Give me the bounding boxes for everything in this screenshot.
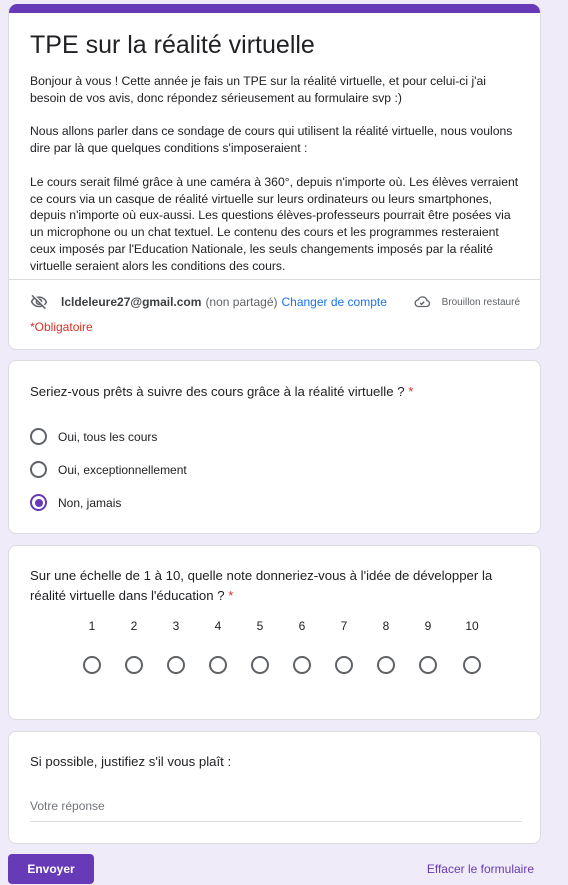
radio-button-checked[interactable]	[30, 494, 47, 511]
scale-option[interactable]: 10	[457, 618, 487, 674]
scale-label: 5	[256, 619, 264, 633]
not-shared-label: (non partagé)	[205, 295, 278, 309]
scale-radio[interactable]	[251, 656, 269, 674]
submit-button[interactable]: Envoyer	[8, 854, 94, 884]
scale-label: 7	[340, 619, 348, 633]
switch-account-link[interactable]: Changer de compte	[281, 295, 386, 309]
scale-radio[interactable]	[463, 656, 481, 674]
question-text: Seriez-vous prêts à suivre des cours grâ…	[30, 384, 405, 399]
question-card-3: Si possible, justifiez s'il vous plaît :	[8, 731, 541, 844]
scale-option[interactable]: 7	[329, 618, 359, 674]
scale-label: 8	[382, 619, 390, 633]
eye-off-icon	[30, 294, 48, 310]
radio-option-label: Oui, exceptionnellement	[58, 462, 187, 477]
scale-option[interactable]: 5	[245, 618, 275, 674]
scale-label: 6	[298, 619, 306, 633]
header-divider	[9, 279, 540, 280]
scale-radio[interactable]	[335, 656, 353, 674]
radio-group: Oui, tous les cours Oui, exceptionnellem…	[30, 420, 519, 519]
scale-radio[interactable]	[293, 656, 311, 674]
scale-option[interactable]: 9	[413, 618, 443, 674]
form-description: Bonjour à vous ! Cette année je fais un …	[30, 73, 520, 275]
scale-option[interactable]: 4	[203, 618, 233, 674]
radio-option[interactable]: Oui, exceptionnellement	[30, 453, 519, 486]
cloud-check-icon	[414, 296, 430, 308]
scale-label: 3	[172, 619, 180, 633]
scale-option[interactable]: 8	[371, 618, 401, 674]
radio-option[interactable]: Oui, tous les cours	[30, 420, 519, 453]
required-mark: *	[228, 588, 234, 603]
question-title: Seriez-vous prêts à suivre des cours grâ…	[30, 382, 519, 402]
scale-label: 4	[214, 619, 222, 633]
required-mark: *	[408, 384, 414, 399]
radio-option-selected[interactable]: Non, jamais	[30, 486, 519, 519]
scale-label: 2	[130, 619, 138, 633]
question-text: Si possible, justifiez s'il vous plaît :	[30, 754, 232, 769]
scale-option[interactable]: 6	[287, 618, 317, 674]
radio-option-label: Oui, tous les cours	[58, 429, 158, 444]
scale-radio[interactable]	[419, 656, 437, 674]
description-paragraph: Le cours serait filmé grâce à une caméra…	[30, 174, 519, 273]
form-header-card: TPE sur la réalité virtuelle Bonjour à v…	[8, 4, 541, 350]
account-email: lcldeleure27@gmail.com	[61, 295, 202, 309]
required-note: *Obligatoire	[30, 320, 93, 334]
clear-form-link[interactable]: Effacer le formulaire	[427, 862, 534, 876]
answer-input[interactable]	[30, 799, 522, 822]
question-title: Sur une échelle de 1 à 10, quelle note d…	[30, 566, 519, 606]
scale-label: 10	[465, 619, 479, 633]
scale-option[interactable]: 1	[77, 618, 107, 674]
description-paragraph: Nous allons parler dans ce sondage de co…	[30, 124, 513, 156]
linear-scale: 1 2 3 4 5 6 7 8 9 10	[30, 618, 519, 698]
scale-label: 9	[424, 619, 432, 633]
question-title: Si possible, justifiez s'il vous plaît :	[30, 752, 519, 772]
scale-radio[interactable]	[83, 656, 101, 674]
accent-bar	[9, 4, 540, 13]
account-row: lcldeleure27@gmail.com (non partagé) Cha…	[30, 291, 520, 313]
scale-option[interactable]: 2	[119, 618, 149, 674]
question-card-1: Seriez-vous prêts à suivre des cours grâ…	[8, 360, 541, 534]
form-title: TPE sur la réalité virtuelle	[30, 31, 315, 59]
question-text: Sur une échelle de 1 à 10, quelle note d…	[30, 568, 493, 603]
draft-status: Brouillon restauré	[413, 293, 520, 311]
scale-label: 1	[88, 619, 96, 633]
scale-radio[interactable]	[125, 656, 143, 674]
radio-option-label: Non, jamais	[58, 495, 122, 510]
scale-radio[interactable]	[167, 656, 185, 674]
scale-radio[interactable]	[209, 656, 227, 674]
question-card-2: Sur une échelle de 1 à 10, quelle note d…	[8, 545, 541, 720]
radio-button[interactable]	[30, 428, 47, 445]
draft-status-label: Brouillon restauré	[441, 296, 520, 308]
scale-radio[interactable]	[377, 656, 395, 674]
radio-button[interactable]	[30, 461, 47, 478]
scale-option[interactable]: 3	[161, 618, 191, 674]
description-paragraph: Bonjour à vous ! Cette année je fais un …	[30, 74, 486, 105]
